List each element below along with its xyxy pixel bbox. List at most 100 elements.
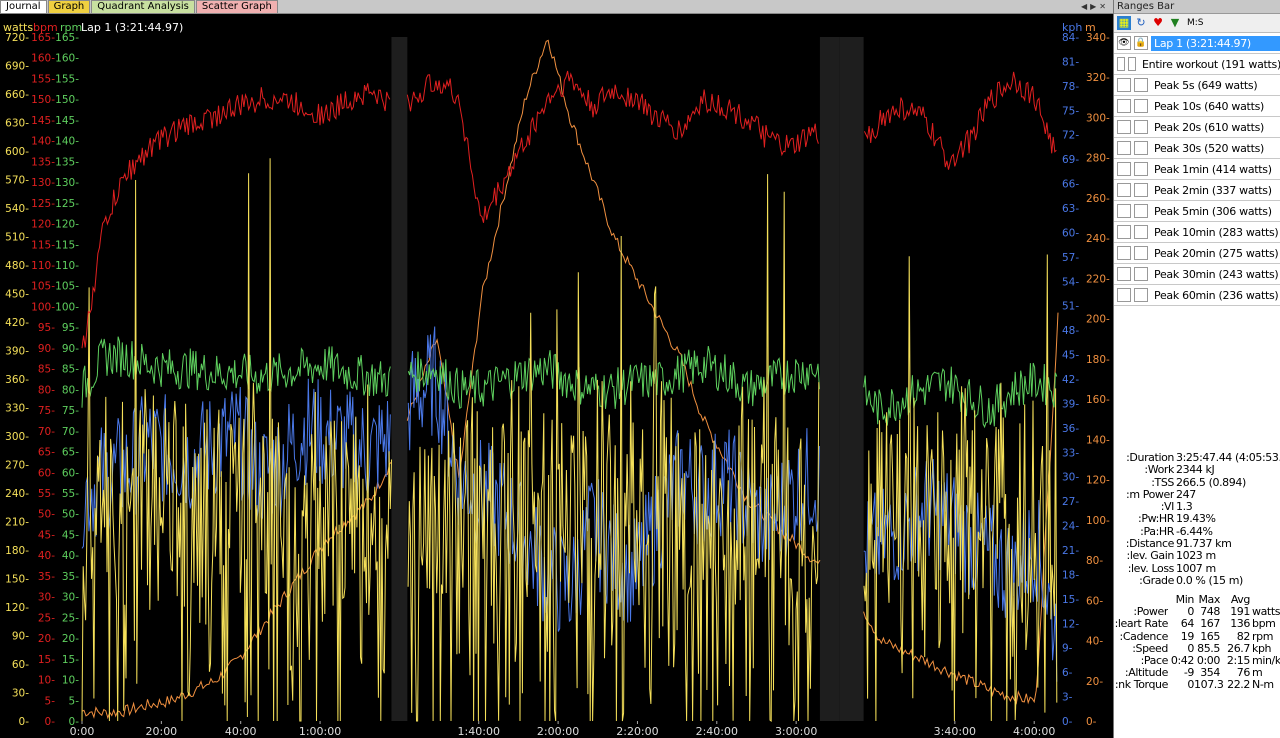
ranges-bar: Ranges Bar ▦ ↻ ♥ ▼ M:S 👁 🔒 Lap 1 (3:21:4… (1113, 0, 1280, 738)
y-tick-rpm: 90- (62, 343, 79, 355)
y-tick-bpm: 5- (45, 695, 56, 707)
visibility-checkbox[interactable] (1117, 162, 1131, 176)
lock-checkbox[interactable] (1134, 267, 1148, 281)
y-tick-kph: 12- (1062, 618, 1079, 630)
y-tick-watts: 360- (5, 374, 29, 386)
range-item-peak-5s[interactable]: Peak 5s (649 watts) (1114, 75, 1280, 96)
y-tick-bpm: 80- (38, 384, 55, 396)
range-item-peak-10min[interactable]: Peak 10min (283 watts) (1114, 222, 1280, 243)
range-item-peak-10s[interactable]: Peak 10s (640 watts) (1114, 96, 1280, 117)
lock-checkbox[interactable] (1134, 141, 1148, 155)
y-tick-watts: 0- (19, 716, 30, 728)
lock-checkbox[interactable] (1134, 225, 1148, 239)
tab-scroll-arrows-icon[interactable]: ◀▶✕ (1081, 0, 1109, 13)
grid-icon[interactable]: ▦ (1117, 16, 1131, 30)
lock-checkbox[interactable] (1134, 183, 1148, 197)
range-item-entire-workout[interactable]: Entire workout (191 watts) (1114, 54, 1280, 75)
y-tick-bpm: 90- (38, 343, 55, 355)
y-tick-kph: 33- (1062, 447, 1079, 459)
y-tick-kph: 21- (1062, 545, 1079, 557)
visibility-checkbox[interactable] (1117, 99, 1131, 113)
y-tick-rpm: 30- (62, 592, 79, 604)
lock-checkbox[interactable] (1134, 246, 1148, 260)
tab-graph[interactable]: Graph (47, 0, 91, 13)
visibility-checkbox[interactable] (1117, 246, 1131, 260)
eye-icon[interactable]: 👁 (1117, 36, 1131, 50)
lock-checkbox[interactable] (1134, 99, 1148, 113)
range-item-peak-1min[interactable]: Peak 1min (414 watts) (1114, 159, 1280, 180)
range-item-peak-2min[interactable]: Peak 2min (337 watts) (1114, 180, 1280, 201)
x-tick-label: 3:40:00 (934, 725, 976, 738)
lap-label: Lap 1 (3:21:44.97) (81, 21, 183, 34)
y-tick-rpm: 130- (55, 177, 79, 189)
summary-row: Work: 2344 kJ (1144, 463, 1215, 477)
tab-scatter-graph[interactable]: Scatter Graph (195, 0, 278, 13)
y-tick-watts: 510- (5, 232, 29, 244)
range-item-peak-30s[interactable]: Peak 30s (520 watts) (1114, 138, 1280, 159)
y-tick-bpm: 120- (31, 219, 55, 231)
x-tick-label: 2:00:00 (537, 725, 579, 738)
y-tick-kph: 51- (1062, 301, 1079, 313)
visibility-checkbox[interactable] (1117, 120, 1131, 134)
y-tick-m: 300- (1086, 112, 1110, 124)
lock-checkbox[interactable] (1134, 288, 1148, 302)
y-tick-bpm: 155- (31, 73, 55, 85)
gap-band (391, 37, 408, 721)
range-item-peak-60min[interactable]: Peak 60min (236 watts) (1114, 285, 1280, 306)
lock-checkbox[interactable] (1134, 162, 1148, 176)
range-label: Peak 60min (236 watts) (1154, 288, 1279, 302)
lock-icon[interactable]: 🔒 (1134, 36, 1148, 50)
range-summary: Duration:3:25:47.44 (4:05:53.00) Work:23… (1114, 451, 1280, 587)
y-tick-rpm: 115- (55, 239, 79, 251)
y-tick-bpm: 130- (31, 177, 55, 189)
range-label: Peak 20min (275 watts) (1154, 246, 1279, 260)
y-tick-watts: 270- (5, 460, 29, 472)
tab-bar: Journal Graph Quadrant Analysis Scatter … (0, 0, 1113, 14)
y-tick-bpm: 100- (31, 301, 55, 313)
x-tick-label: 40:00 (225, 725, 257, 738)
y-tick-rpm: 20- (62, 633, 79, 645)
tab-quadrant-analysis[interactable]: Quadrant Analysis (91, 0, 195, 13)
stats-row: Cadence: 19 165 82 rpm (1119, 629, 1274, 643)
lock-checkbox[interactable] (1134, 120, 1148, 134)
visibility-checkbox[interactable] (1117, 267, 1131, 281)
lock-checkbox[interactable] (1134, 78, 1148, 92)
time-format-label[interactable]: M:S (1187, 18, 1204, 28)
refresh-icon[interactable]: ↻ (1134, 16, 1148, 30)
range-item-lap-1[interactable]: 👁 🔒 Lap 1 (3:21:44.97) (1114, 33, 1280, 54)
visibility-checkbox[interactable] (1117, 141, 1131, 155)
range-item-peak-5min[interactable]: Peak 5min (306 watts) (1114, 201, 1280, 222)
visibility-checkbox[interactable] (1117, 57, 1126, 71)
y-tick-bpm: 140- (31, 136, 55, 148)
visibility-checkbox[interactable] (1117, 288, 1131, 302)
lock-checkbox[interactable] (1128, 57, 1137, 71)
y-tick-bpm: 160- (31, 53, 55, 65)
range-label: Peak 10s (640 watts) (1154, 99, 1265, 113)
visibility-checkbox[interactable] (1117, 78, 1131, 92)
y-tick-rpm: 135- (55, 156, 79, 168)
range-item-peak-20s[interactable]: Peak 20s (610 watts) (1114, 117, 1280, 138)
visibility-checkbox[interactable] (1117, 225, 1131, 239)
tab-journal[interactable]: Journal (0, 0, 47, 13)
stats-header: Min Max Avg (1175, 593, 1251, 606)
y-tick-rpm: 45- (62, 529, 79, 541)
y-tick-watts: 240- (5, 488, 29, 500)
range-item-peak-20min[interactable]: Peak 20min (275 watts) (1114, 243, 1280, 264)
range-label: Peak 2min (337 watts) (1154, 183, 1272, 197)
funnel-icon[interactable]: ▼ (1168, 16, 1182, 30)
y-tick-bpm: 60- (38, 467, 55, 479)
y-tick-kph: 72- (1062, 130, 1079, 142)
visibility-checkbox[interactable] (1117, 204, 1131, 218)
y-tick-rpm: 70- (62, 426, 79, 438)
heart-icon[interactable]: ♥ (1151, 16, 1165, 30)
lock-checkbox[interactable] (1134, 204, 1148, 218)
y-tick-m: 100- (1086, 515, 1110, 527)
graph-chart[interactable]: 0- 30- 60- 90- 120- 150- 180- 210- 240- 270- 300- 3… (0, 14, 1113, 738)
y-tick-rpm: 35- (62, 571, 79, 583)
y-tick-bpm: 45- (38, 529, 55, 541)
y-tick-watts: 120- (5, 602, 29, 614)
stats-row: nk Torque: 0 107.3 22.2 N-m (1114, 678, 1274, 692)
range-item-peak-30min[interactable]: Peak 30min (243 watts) (1114, 264, 1280, 285)
visibility-checkbox[interactable] (1117, 183, 1131, 197)
axis-header-kph: kph (1062, 21, 1082, 34)
